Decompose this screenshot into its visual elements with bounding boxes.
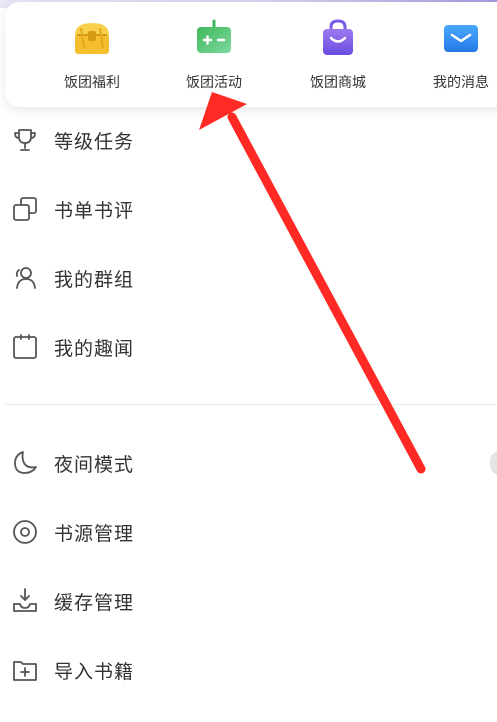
menu-item-my-anecdotes[interactable]: 我的趣闻	[0, 322, 497, 372]
quick-action-label: 饭团福利	[64, 75, 120, 91]
clipboard-icon	[11, 333, 39, 361]
menu-item-night-mode[interactable]: 夜间模式	[0, 438, 497, 488]
menu-item-booklists-reviews[interactable]: 书单书评	[0, 184, 497, 234]
quick-action-label: 我的消息	[433, 75, 489, 91]
menu-item-book-source-management[interactable]: 书源管理	[0, 507, 497, 557]
quick-actions-card: 饭团福利 饭团活动 饭团商城 我的消息	[5, 2, 497, 107]
menu-item-label: 我的趣闻	[54, 338, 135, 360]
menu-item-import-books[interactable]: 导入书籍	[0, 645, 497, 695]
menu-item-level-tasks[interactable]: 等级任务	[0, 115, 497, 165]
quick-action-label: 饭团商城	[310, 75, 366, 91]
menu-item-label: 夜间模式	[54, 454, 135, 476]
menu-item-label: 我的群组	[54, 269, 135, 291]
mail-icon	[441, 18, 481, 58]
quick-action-welfare[interactable]: 饭团福利	[32, 2, 152, 107]
menu-item-label: 书单书评	[54, 200, 135, 222]
download-tray-icon	[11, 587, 39, 615]
menu-item-label: 缓存管理	[54, 592, 135, 614]
moon-icon	[11, 449, 39, 477]
section-divider	[5, 404, 497, 405]
folder-plus-icon	[11, 656, 39, 684]
treasure-chest-icon	[72, 18, 112, 58]
menu-item-label: 导入书籍	[54, 661, 135, 683]
quick-action-mall[interactable]: 饭团商城	[278, 2, 398, 107]
disc-icon	[11, 518, 39, 546]
quick-action-label: 饭团活动	[186, 75, 242, 91]
copy-squares-icon	[11, 195, 39, 223]
menu-item-my-groups[interactable]: 我的群组	[0, 253, 497, 303]
gamepad-icon	[194, 18, 234, 58]
shopping-bag-icon	[318, 18, 358, 58]
menu-item-label: 书源管理	[54, 523, 135, 545]
trophy-icon	[11, 126, 39, 154]
quick-action-messages[interactable]: 我的消息	[401, 2, 497, 107]
menu-item-cache-management[interactable]: 缓存管理	[0, 576, 497, 626]
menu-item-label: 等级任务	[54, 131, 135, 153]
group-icon	[11, 264, 39, 292]
quick-action-activities[interactable]: 饭团活动	[154, 2, 274, 107]
